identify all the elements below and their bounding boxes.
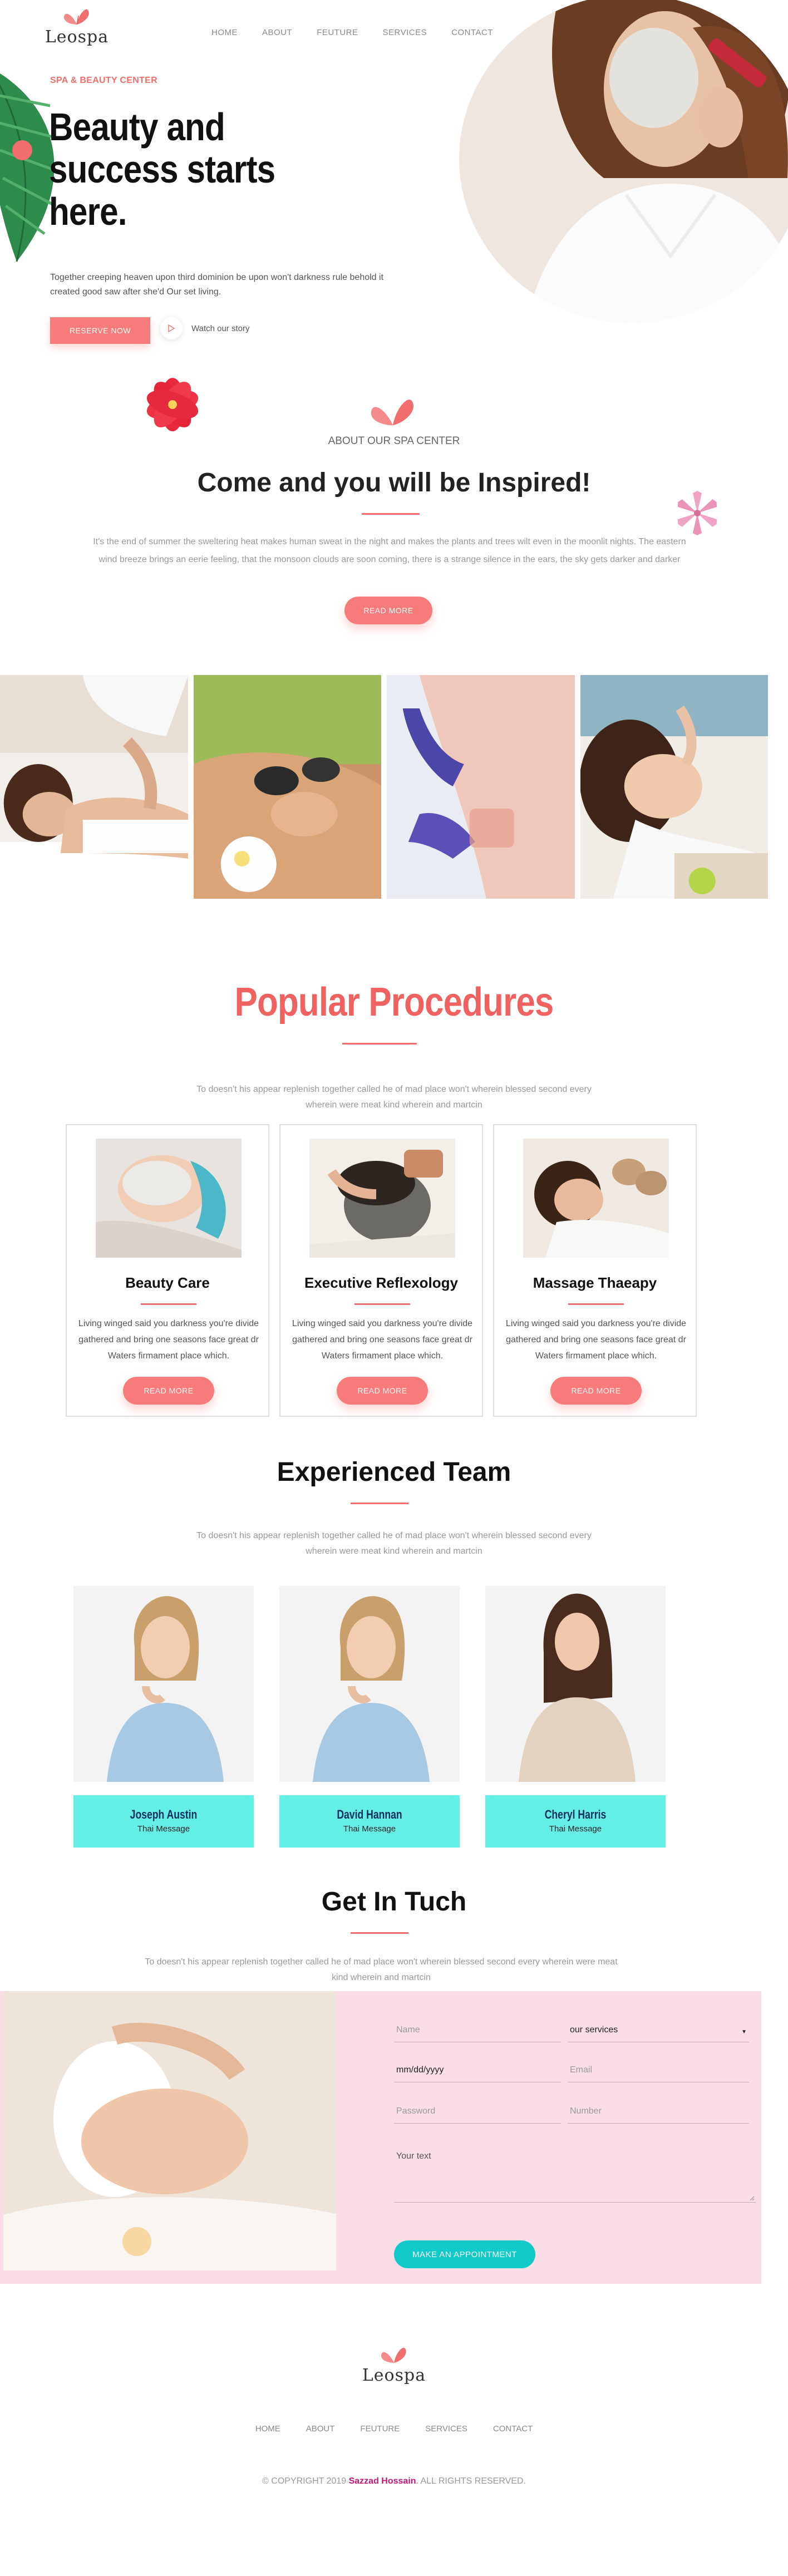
services-select-value: our services bbox=[570, 2025, 618, 2035]
gallery-hot-stone-photo bbox=[193, 675, 381, 899]
team-member-tag: Joseph Austin Thai Message bbox=[73, 1795, 254, 1848]
procedure-card-title: Massage Thaeapy bbox=[533, 1274, 657, 1291]
team-member-card: David Hannan Thai Message bbox=[279, 1586, 460, 1848]
contact-divider bbox=[351, 1932, 408, 1934]
massage-therapy-read-more-button[interactable]: READ MORE bbox=[550, 1377, 642, 1405]
procedure-card-title: Executive Reflexology bbox=[304, 1274, 458, 1291]
footer-logo[interactable]: Leospa bbox=[338, 2343, 450, 2385]
services-select[interactable]: our services ▼ bbox=[568, 2017, 749, 2042]
team-member-name: David Hannan bbox=[337, 1807, 402, 1821]
footer-nav-services[interactable]: SERVICES bbox=[425, 2424, 467, 2434]
footer-brand-name: Leospa bbox=[362, 2366, 426, 2385]
beauty-care-read-more-button[interactable]: READ MORE bbox=[123, 1377, 214, 1405]
email-field[interactable]: Email bbox=[568, 2057, 749, 2082]
team-member-role: Thai Message bbox=[137, 1824, 190, 1834]
about-divider bbox=[362, 513, 420, 515]
about-text: It's the end of summer the sweltering he… bbox=[93, 537, 686, 564]
executive-reflexology-photo bbox=[309, 1139, 455, 1258]
author-link[interactable]: Sazzad Hossain bbox=[349, 2476, 416, 2486]
make-appointment-button[interactable]: MAKE AN APPOINTMENT bbox=[394, 2240, 535, 2268]
name-field[interactable]: Name bbox=[394, 2017, 561, 2042]
beauty-care-photo bbox=[96, 1139, 242, 1258]
reserve-now-button[interactable]: RESERVE NOW bbox=[50, 317, 150, 344]
footer-nav-feature[interactable]: FEUTURE bbox=[360, 2424, 400, 2434]
procedure-card-executive-reflexology: Executive Reflexology Living winged said… bbox=[279, 1124, 483, 1417]
footer-nav: HOME ABOUT FEUTURE SERVICES CONTACT bbox=[0, 2424, 788, 2434]
site-logo[interactable]: Leospa bbox=[43, 4, 110, 47]
date-field[interactable]: mm/dd/yyyy bbox=[394, 2057, 561, 2082]
message-textarea[interactable]: Your text bbox=[394, 2147, 756, 2203]
procedures-title: Popular Procedures bbox=[234, 980, 554, 1025]
team-title: Experienced Team bbox=[277, 1457, 511, 1487]
procedure-card-massage-therapy: Massage Thaeapy Living winged said you d… bbox=[493, 1124, 697, 1417]
team-member-role: Thai Message bbox=[549, 1824, 602, 1834]
team-member-tag: Cheryl Harris Thai Message bbox=[485, 1795, 666, 1848]
nav-about[interactable]: ABOUT bbox=[262, 28, 292, 37]
hero-kicker: SPA & BEAUTY CENTER bbox=[50, 76, 157, 85]
number-field[interactable]: Number bbox=[568, 2098, 749, 2124]
red-flower-decoration bbox=[146, 378, 199, 431]
procedure-card-text: Living winged said you darkness you're d… bbox=[292, 1319, 473, 1361]
contact-text: To doesn't his appear replenish together… bbox=[145, 1957, 618, 1982]
hero-description: Together creeping heaven upon third domi… bbox=[50, 273, 384, 297]
nav-feature[interactable]: FEUTURE bbox=[317, 28, 358, 37]
pink-flower-decoration bbox=[677, 491, 717, 535]
password-field[interactable]: Password bbox=[394, 2098, 561, 2124]
message-placeholder: Your text bbox=[396, 2151, 431, 2161]
about-read-more-button[interactable]: READ MORE bbox=[344, 597, 432, 624]
butterfly-logo-icon bbox=[63, 9, 89, 25]
team-member-photo bbox=[73, 1586, 254, 1782]
watch-story-link[interactable]: Watch our story bbox=[160, 317, 249, 339]
team-member-name: Cheryl Harris bbox=[544, 1807, 607, 1821]
procedures-divider bbox=[342, 1043, 417, 1045]
copyright: © COPYRIGHT 2019 Sazzad Hossain. ALL RIG… bbox=[0, 2476, 788, 2486]
gallery-facial-photo bbox=[580, 675, 768, 899]
copyright-prefix: © COPYRIGHT 2019 bbox=[262, 2476, 347, 2486]
gallery-massage-photo bbox=[0, 675, 188, 899]
team-member-card: Cheryl Harris Thai Message bbox=[485, 1586, 666, 1848]
butterfly-logo-icon bbox=[381, 2347, 406, 2363]
card-divider bbox=[141, 1303, 196, 1305]
massage-therapy-photo bbox=[523, 1139, 669, 1258]
nav-contact[interactable]: CONTACT bbox=[451, 28, 493, 37]
team-member-name: Joseph Austin bbox=[130, 1807, 198, 1821]
main-nav: HOME ABOUT FEUTURE SERVICES CONTACT bbox=[211, 28, 493, 37]
nav-home[interactable]: HOME bbox=[211, 28, 238, 37]
contact-spa-photo bbox=[3, 1991, 336, 2270]
hero-facial-mask-photo bbox=[459, 0, 788, 323]
procedure-card-text: Living winged said you darkness you're d… bbox=[78, 1319, 259, 1361]
procedure-card-title: Beauty Care bbox=[125, 1274, 210, 1291]
resize-handle-icon[interactable] bbox=[749, 2195, 755, 2201]
brand-name: Leospa bbox=[45, 27, 109, 47]
butterfly-icon bbox=[371, 400, 413, 426]
team-text: To doesn't his appear replenish together… bbox=[196, 1531, 592, 1556]
team-member-photo bbox=[485, 1586, 666, 1782]
team-member-card: Joseph Austin Thai Message bbox=[73, 1586, 254, 1848]
copyright-suffix: . ALL RIGHTS RESERVED. bbox=[416, 2476, 526, 2486]
footer-nav-about[interactable]: ABOUT bbox=[306, 2424, 335, 2434]
hero-title: Beauty and success starts here. bbox=[49, 105, 275, 233]
watch-story-label: Watch our story bbox=[191, 323, 250, 333]
gallery-waxing-photo bbox=[387, 675, 575, 899]
play-icon[interactable] bbox=[160, 317, 183, 339]
card-divider bbox=[354, 1303, 410, 1305]
procedures-text: To doesn't his appear replenish together… bbox=[196, 1085, 592, 1110]
procedure-card-text: Living winged said you darkness you're d… bbox=[505, 1319, 687, 1361]
team-divider bbox=[351, 1503, 408, 1504]
card-divider bbox=[568, 1303, 624, 1305]
team-member-tag: David Hannan Thai Message bbox=[279, 1795, 460, 1848]
contact-title: Get In Tuch bbox=[321, 1887, 467, 1917]
nav-services[interactable]: SERVICES bbox=[383, 28, 427, 37]
executive-reflexology-read-more-button[interactable]: READ MORE bbox=[337, 1377, 428, 1405]
spa-gallery bbox=[0, 675, 768, 899]
team-member-role: Thai Message bbox=[343, 1824, 396, 1834]
about-label: ABOUT OUR SPA CENTER bbox=[328, 435, 460, 447]
footer-nav-contact[interactable]: CONTACT bbox=[493, 2424, 533, 2434]
footer-nav-home[interactable]: HOME bbox=[255, 2424, 280, 2434]
caret-down-icon: ▼ bbox=[741, 2029, 747, 2035]
team-member-photo bbox=[279, 1586, 460, 1782]
procedure-card-beauty-care: Beauty Care Living winged said you darkn… bbox=[66, 1124, 269, 1417]
